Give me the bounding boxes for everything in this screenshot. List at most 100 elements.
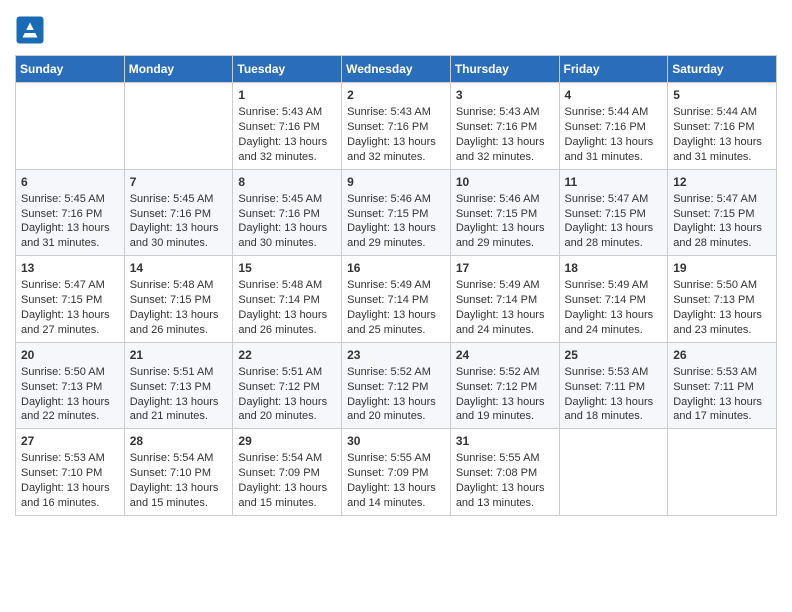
calendar-day-header: Thursday	[450, 56, 559, 83]
calendar-cell: 22Sunrise: 5:51 AMSunset: 7:12 PMDayligh…	[233, 342, 342, 429]
daylight-text: Daylight: 13 hours and 26 minutes.	[238, 308, 336, 338]
day-number: 1	[238, 87, 336, 103]
daylight-text: Daylight: 13 hours and 24 minutes.	[565, 308, 663, 338]
sunrise-text: Sunrise: 5:48 AM	[238, 278, 336, 293]
calendar-cell: 21Sunrise: 5:51 AMSunset: 7:13 PMDayligh…	[124, 342, 233, 429]
day-number: 21	[130, 347, 228, 363]
sunset-text: Sunset: 7:14 PM	[238, 293, 336, 308]
calendar-cell: 15 Sunrise: 5:48 AMSunset: 7:14 PMDayligh…	[233, 256, 342, 343]
day-number: 31	[456, 433, 554, 449]
daylight-text: Daylight: 13 hours and 32 minutes.	[456, 135, 554, 165]
daylight-text: Daylight: 13 hours and 14 minutes.	[347, 481, 445, 511]
daylight-text: Daylight: 13 hours and 31 minutes.	[21, 221, 119, 251]
calendar-week-row: 6Sunrise: 5:45 AMSunset: 7:16 PMDaylight…	[16, 169, 777, 256]
daylight-text: Daylight: 13 hours and 23 minutes.	[673, 308, 771, 338]
sunset-text: Sunset: 7:16 PM	[347, 120, 445, 135]
daylight-text: Daylight: 13 hours and 32 minutes.	[238, 135, 336, 165]
calendar-cell: 25Sunrise: 5:53 AMSunset: 7:11 PMDayligh…	[559, 342, 668, 429]
logo-icon	[15, 15, 45, 45]
calendar-cell	[124, 83, 233, 170]
sunrise-text: Sunrise: 5:45 AM	[21, 192, 119, 207]
sunset-text: Sunset: 7:14 PM	[456, 293, 554, 308]
calendar-cell: 17Sunrise: 5:49 AMSunset: 7:14 PMDayligh…	[450, 256, 559, 343]
day-number: 25	[565, 347, 663, 363]
calendar-week-row: 13Sunrise: 5:47 AMSunset: 7:15 PMDayligh…	[16, 256, 777, 343]
calendar-cell: 20Sunrise: 5:50 AMSunset: 7:13 PMDayligh…	[16, 342, 125, 429]
day-number: 12	[673, 174, 771, 190]
sunrise-text: Sunrise: 5:49 AM	[347, 278, 445, 293]
daylight-text: Daylight: 13 hours and 26 minutes.	[130, 308, 228, 338]
calendar-cell: 1 Sunrise: 5:43 AMSunset: 7:16 PMDaylight…	[233, 83, 342, 170]
sunset-text: Sunset: 7:14 PM	[565, 293, 663, 308]
sunrise-text: Sunrise: 5:53 AM	[21, 451, 119, 466]
sunset-text: Sunset: 7:15 PM	[565, 207, 663, 222]
sunrise-text: Sunrise: 5:47 AM	[673, 192, 771, 207]
sunset-text: Sunset: 7:16 PM	[673, 120, 771, 135]
sunset-text: Sunset: 7:15 PM	[456, 207, 554, 222]
sunset-text: Sunset: 7:13 PM	[673, 293, 771, 308]
daylight-text: Daylight: 13 hours and 31 minutes.	[565, 135, 663, 165]
calendar-week-row: 1Sunrise: 5:43 AMSunset: 7:16 PMDaylight…	[16, 83, 777, 170]
sunset-text: Sunset: 7:09 PM	[347, 466, 445, 481]
daylight-text: Daylight: 13 hours and 17 minutes.	[673, 395, 771, 425]
sunset-text: Sunset: 7:11 PM	[565, 380, 663, 395]
sunrise-text: Sunrise: 5:46 AM	[347, 192, 445, 207]
daylight-text: Daylight: 13 hours and 20 minutes.	[347, 395, 445, 425]
calendar-cell: 16Sunrise: 5:49 AMSunset: 7:14 PMDayligh…	[342, 256, 451, 343]
calendar-cell: 12Sunrise: 5:47 AMSunset: 7:15 PMDayligh…	[668, 169, 777, 256]
sunrise-text: Sunrise: 5:43 AM	[238, 105, 336, 120]
daylight-text: Daylight: 13 hours and 30 minutes.	[238, 221, 336, 251]
sunset-text: Sunset: 7:13 PM	[130, 380, 228, 395]
calendar-cell: 29Sunrise: 5:54 AMSunset: 7:09 PMDayligh…	[233, 429, 342, 516]
calendar-cell: 9Sunrise: 5:46 AMSunset: 7:15 PMDaylight…	[342, 169, 451, 256]
daylight-text: Daylight: 13 hours and 22 minutes.	[21, 395, 119, 425]
logo	[15, 15, 49, 45]
daylight-text: Daylight: 13 hours and 15 minutes.	[130, 481, 228, 511]
calendar-cell: 18Sunrise: 5:49 AMSunset: 7:14 PMDayligh…	[559, 256, 668, 343]
sunrise-text: Sunrise: 5:52 AM	[347, 365, 445, 380]
daylight-text: Daylight: 13 hours and 27 minutes.	[21, 308, 119, 338]
sunrise-text: Sunrise: 5:43 AM	[456, 105, 554, 120]
calendar-cell: 28Sunrise: 5:54 AMSunset: 7:10 PMDayligh…	[124, 429, 233, 516]
calendar-week-row: 27Sunrise: 5:53 AMSunset: 7:10 PMDayligh…	[16, 429, 777, 516]
day-number: 14	[130, 260, 228, 276]
sunset-text: Sunset: 7:16 PM	[456, 120, 554, 135]
sunrise-text: Sunrise: 5:46 AM	[456, 192, 554, 207]
sunset-text: Sunset: 7:15 PM	[347, 207, 445, 222]
day-number: 2	[347, 87, 445, 103]
sunrise-text: Sunrise: 5:49 AM	[565, 278, 663, 293]
day-number: 4	[565, 87, 663, 103]
calendar-day-header: Friday	[559, 56, 668, 83]
calendar-cell: 27Sunrise: 5:53 AMSunset: 7:10 PMDayligh…	[16, 429, 125, 516]
calendar-table: SundayMondayTuesdayWednesdayThursdayFrid…	[15, 55, 777, 516]
day-number: 13	[21, 260, 119, 276]
calendar-cell	[668, 429, 777, 516]
page-header	[15, 15, 777, 45]
sunset-text: Sunset: 7:16 PM	[21, 207, 119, 222]
day-number: 26	[673, 347, 771, 363]
sunset-text: Sunset: 7:16 PM	[238, 120, 336, 135]
sunset-text: Sunset: 7:16 PM	[130, 207, 228, 222]
day-number: 15	[238, 260, 336, 276]
calendar-cell	[16, 83, 125, 170]
calendar-cell: 30Sunrise: 5:55 AMSunset: 7:09 PMDayligh…	[342, 429, 451, 516]
day-number: 20	[21, 347, 119, 363]
daylight-text: Daylight: 13 hours and 32 minutes.	[347, 135, 445, 165]
day-number: 29	[238, 433, 336, 449]
sunset-text: Sunset: 7:09 PM	[238, 466, 336, 481]
calendar-header-row: SundayMondayTuesdayWednesdayThursdayFrid…	[16, 56, 777, 83]
calendar-cell: 19Sunrise: 5:50 AMSunset: 7:13 PMDayligh…	[668, 256, 777, 343]
sunrise-text: Sunrise: 5:53 AM	[673, 365, 771, 380]
daylight-text: Daylight: 13 hours and 16 minutes.	[21, 481, 119, 511]
sunset-text: Sunset: 7:15 PM	[130, 293, 228, 308]
sunset-text: Sunset: 7:15 PM	[21, 293, 119, 308]
calendar-day-header: Wednesday	[342, 56, 451, 83]
daylight-text: Daylight: 13 hours and 28 minutes.	[673, 221, 771, 251]
calendar-cell: 24Sunrise: 5:52 AMSunset: 7:12 PMDayligh…	[450, 342, 559, 429]
sunset-text: Sunset: 7:14 PM	[347, 293, 445, 308]
daylight-text: Daylight: 13 hours and 20 minutes.	[238, 395, 336, 425]
calendar-cell: 26Sunrise: 5:53 AMSunset: 7:11 PMDayligh…	[668, 342, 777, 429]
calendar-cell: 2Sunrise: 5:43 AMSunset: 7:16 PMDaylight…	[342, 83, 451, 170]
calendar-day-header: Saturday	[668, 56, 777, 83]
calendar-cell	[559, 429, 668, 516]
